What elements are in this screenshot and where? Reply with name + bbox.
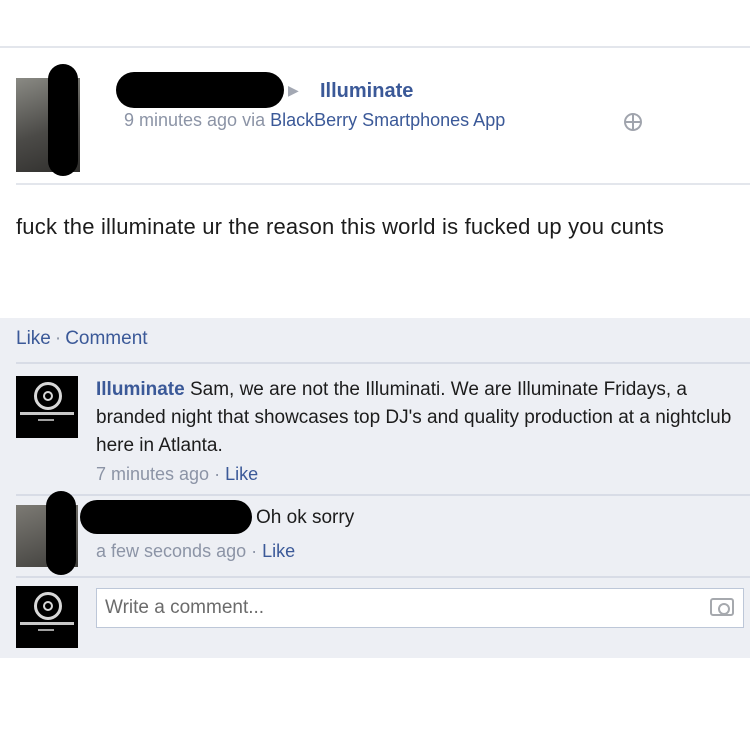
comment-button[interactable]: Comment (65, 328, 147, 349)
logo-ring-icon (34, 382, 62, 410)
post-actions: Like · Comment (16, 328, 148, 350)
comment-divider (16, 494, 750, 496)
comment-like-button[interactable]: Like (262, 541, 295, 561)
post-target-page[interactable]: Illuminate (320, 80, 413, 103)
action-separator: · (54, 328, 62, 349)
redaction-mark (48, 64, 78, 176)
post-divider (16, 183, 750, 185)
comment-input[interactable]: Write a comment... (96, 588, 744, 628)
post-timestamp[interactable]: 9 minutes ago via (124, 110, 270, 130)
post-meta: 9 minutes ago via BlackBerry Smartphones… (124, 110, 505, 131)
comment-author[interactable]: Illuminate (96, 379, 185, 400)
composer-avatar (16, 586, 78, 648)
comment-timestamp[interactable]: a few seconds ago (96, 541, 246, 561)
author-name-redacted (116, 72, 284, 108)
comment-timestamp[interactable]: 7 minutes ago (96, 464, 209, 484)
logo-subline (38, 419, 54, 421)
page-avatar[interactable] (16, 376, 78, 438)
comment-text: Sam, we are not the Illuminati. We are I… (96, 379, 732, 456)
post-app-link[interactable]: BlackBerry Smartphones App (270, 110, 505, 130)
comment-body: Illuminate Sam, we are not the Illuminat… (96, 376, 736, 460)
comment-divider (16, 576, 750, 578)
logo-wordmark (20, 622, 74, 625)
like-button[interactable]: Like (16, 328, 51, 349)
logo-wordmark (20, 412, 74, 415)
logo-subline (38, 629, 54, 631)
commenter-name-redacted (80, 500, 252, 534)
globe-icon[interactable] (624, 113, 642, 131)
commenter-avatar[interactable] (16, 491, 78, 575)
comment-like-button[interactable]: Like (225, 464, 258, 484)
logo-ring-icon (34, 592, 62, 620)
comment-meta: 7 minutes ago · Like (96, 464, 259, 484)
camera-icon[interactable] (710, 598, 734, 616)
author-avatar[interactable] (16, 64, 80, 176)
post-text: fuck the illuminate ur the reason this w… (16, 214, 665, 239)
top-divider (0, 46, 750, 48)
redaction-mark (46, 491, 76, 575)
comment-text: Oh ok sorry (256, 507, 355, 528)
comment-meta: a few seconds ago · Like (96, 541, 296, 561)
comments-divider (16, 362, 750, 364)
right-triangle-icon: ▶ (288, 82, 299, 98)
